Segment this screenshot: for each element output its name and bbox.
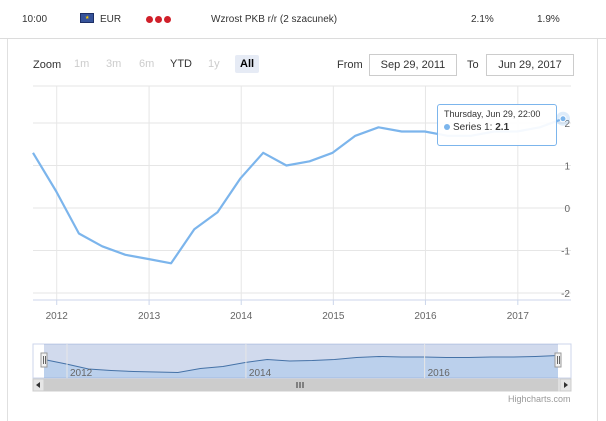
tooltip-series-value: 2.1 bbox=[495, 122, 510, 133]
x-tick-label: 2017 bbox=[507, 311, 530, 322]
navigator-label: 2016 bbox=[428, 368, 451, 379]
series-marker-icon bbox=[444, 124, 450, 130]
credits-link[interactable]: Highcharts.com bbox=[508, 394, 571, 404]
line-chart[interactable]: -2-10122012 2013 2014 2015 2016 20172012 2014 2… bbox=[0, 0, 606, 421]
x-tick-label: 2014 bbox=[230, 311, 253, 322]
tooltip-date: Thursday, Jun 29, 22:00 bbox=[444, 109, 541, 119]
y-tick-label: -1 bbox=[561, 247, 570, 258]
y-tick-label: 1 bbox=[564, 162, 570, 173]
chart-tooltip: Thursday, Jun 29, 22:00 Series 1: 2.1 bbox=[437, 104, 557, 146]
navigator-label: 2012 bbox=[70, 368, 93, 379]
x-tick-label: 2013 bbox=[138, 311, 161, 322]
hover-point bbox=[559, 115, 567, 123]
y-tick-label: -2 bbox=[561, 289, 570, 300]
tooltip-series: Series 1: 2.1 bbox=[444, 122, 550, 133]
x-tick-label: 2012 bbox=[46, 311, 69, 322]
y-tick-label: 0 bbox=[564, 204, 570, 215]
x-tick-label: 2016 bbox=[414, 311, 437, 322]
scrollbar-thumb[interactable] bbox=[43, 378, 559, 392]
tooltip-series-label: Series 1: bbox=[453, 122, 496, 133]
navigator-label: 2014 bbox=[249, 368, 272, 379]
x-tick-label: 2015 bbox=[322, 311, 345, 322]
